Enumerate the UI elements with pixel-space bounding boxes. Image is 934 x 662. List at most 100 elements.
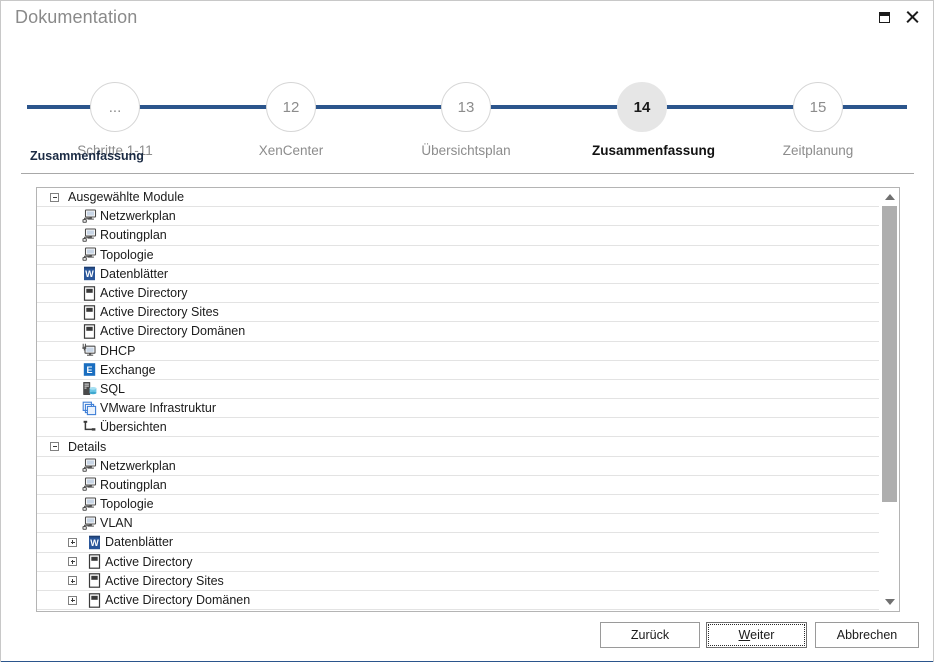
row-gutter <box>37 245 49 264</box>
tree-row[interactable] <box>37 610 879 611</box>
tree-row[interactable]: Active Directory <box>37 283 879 304</box>
tree-row-label: Active Directory <box>105 554 193 569</box>
tree-row[interactable]: Routingplan <box>37 475 879 495</box>
tree-row[interactable]: DHCP <box>37 341 879 361</box>
tree-row[interactable]: SQL <box>37 379 879 400</box>
tree-row[interactable]: W Datenblätter <box>37 264 879 284</box>
tree-row[interactable]: Active Directory Sites <box>37 303 879 323</box>
close-button[interactable] <box>899 5 925 29</box>
row-gutter <box>37 360 49 379</box>
restore-icon <box>878 11 890 23</box>
tree-row-label: Topologie <box>100 497 154 512</box>
step-label: Zusammenfassung <box>592 143 716 158</box>
sql-server-icon <box>82 381 97 396</box>
tree-row-label: Datenblätter <box>100 266 169 281</box>
stepper-step-12[interactable]: 12 XenCenter <box>241 82 341 158</box>
word-document-icon: W <box>87 535 102 550</box>
back-button[interactable]: Zurück <box>600 622 700 648</box>
section-divider <box>21 173 914 174</box>
tree-row[interactable]: Active Directory Sites <box>37 571 879 591</box>
cancel-button[interactable]: Abbrechen <box>815 622 919 648</box>
tree-row-label: Active Directory Sites <box>100 305 219 320</box>
tree-row-label: DHCP <box>100 343 136 358</box>
tree-row[interactable]: Routingplan <box>37 226 879 246</box>
tree-row-label: Active Directory <box>100 286 188 301</box>
tree-row[interactable]: Topologie <box>37 495 879 515</box>
tree-row[interactable]: VLAN <box>37 514 879 534</box>
tree-row-label: Active Directory Sites <box>105 573 224 588</box>
network-plan-icon <box>82 497 97 512</box>
row-gutter <box>37 590 49 610</box>
tree-row-label: VLAN <box>100 516 133 531</box>
stepper-step-14[interactable]: 14 Zusammenfassung <box>592 82 716 158</box>
tree-row[interactable]: Topologie <box>37 245 879 265</box>
window-report-icon <box>82 304 97 320</box>
tree-row[interactable]: Active Directory Domänen <box>37 322 879 342</box>
scroll-down-icon[interactable] <box>880 593 899 611</box>
row-gutter <box>37 226 49 245</box>
expand-toggle-icon[interactable] <box>68 576 77 586</box>
tree-row[interactable]: Ausgewählte Module <box>37 188 879 208</box>
step-circle: 15 <box>793 82 843 132</box>
row-gutter <box>37 341 49 360</box>
tree-row[interactable]: E Exchange <box>37 360 879 380</box>
tree-row[interactable]: Netzwerkplan <box>37 207 879 227</box>
step-circle: 13 <box>441 82 491 132</box>
tree-row-label: Active Directory Domänen <box>100 324 246 339</box>
restore-button[interactable] <box>871 5 897 29</box>
window-report-icon <box>87 592 102 608</box>
overview-icon <box>82 420 97 435</box>
row-gutter <box>37 283 49 303</box>
summary-tree-panel[interactable]: Ausgewählte Module Netzwerkplan Routingpla… <box>36 187 900 612</box>
row-gutter <box>37 437 49 456</box>
row-gutter <box>37 514 49 533</box>
tree-row-label: Topologie <box>100 247 154 262</box>
next-button-suffix: eiter <box>750 628 775 642</box>
network-plan-icon <box>82 516 97 531</box>
tree-row[interactable]: VMware Infrastruktur <box>37 399 879 419</box>
tree-row-label: Ausgewählte Module <box>68 190 185 205</box>
window-report-icon <box>82 324 97 339</box>
tree-row-label: Details <box>68 439 107 454</box>
expand-toggle-icon[interactable] <box>68 595 77 605</box>
step-circle: 14 <box>617 82 667 132</box>
expand-toggle-icon[interactable] <box>68 537 77 547</box>
tree-row-label: VMware Infrastruktur <box>100 401 217 416</box>
row-gutter <box>37 475 49 494</box>
vertical-scrollbar[interactable] <box>879 188 899 611</box>
tree-row-label: Netzwerkplan <box>100 209 176 224</box>
tree-row[interactable]: Active Directory <box>37 552 879 572</box>
stepper-step-13[interactable]: 13 Übersichtsplan <box>416 82 516 158</box>
tree-row[interactable]: Übersichten <box>37 418 879 438</box>
title-bar: Dokumentation <box>1 1 933 37</box>
stepper-step-15[interactable]: 15 Zeitplanung <box>768 82 868 158</box>
window-report-icon <box>87 554 102 569</box>
network-plan-icon <box>82 209 97 224</box>
tree-row-label: Übersichten <box>100 420 167 435</box>
row-gutter <box>37 571 49 590</box>
tree-row-label: Routingplan <box>100 228 167 243</box>
step-circle: 12 <box>266 82 316 132</box>
close-icon <box>905 10 919 24</box>
scroll-up-icon[interactable] <box>880 188 899 206</box>
section-title: Zusammenfassung <box>30 149 144 163</box>
expand-toggle-icon[interactable] <box>68 557 77 567</box>
tree-row-label: Exchange <box>100 362 156 377</box>
tree-row[interactable]: Netzwerkplan <box>37 456 879 476</box>
tree-row[interactable]: Active Directory Domänen <box>37 590 879 611</box>
exchange-icon: E <box>82 362 97 377</box>
tree-row[interactable]: W Datenblätter <box>37 533 879 553</box>
tree-row-label: Datenblätter <box>105 535 174 550</box>
window-report-icon <box>87 573 102 589</box>
tree-row-label: Routingplan <box>100 477 167 492</box>
stepper-step-ellipsis[interactable]: ... Schritte 1-11 <box>65 82 165 158</box>
next-button-accesskey: W <box>738 628 751 642</box>
next-button[interactable]: Weiter <box>706 622 807 648</box>
tree-row-label: Netzwerkplan <box>100 458 176 473</box>
dialog-footer: Zurück Weiter Abbrechen <box>1 622 933 652</box>
row-gutter <box>37 264 49 283</box>
tree-row[interactable]: Details <box>37 437 879 457</box>
collapse-toggle-icon[interactable] <box>50 192 59 202</box>
collapse-toggle-icon[interactable] <box>50 442 59 452</box>
scrollbar-thumb[interactable] <box>882 206 897 502</box>
